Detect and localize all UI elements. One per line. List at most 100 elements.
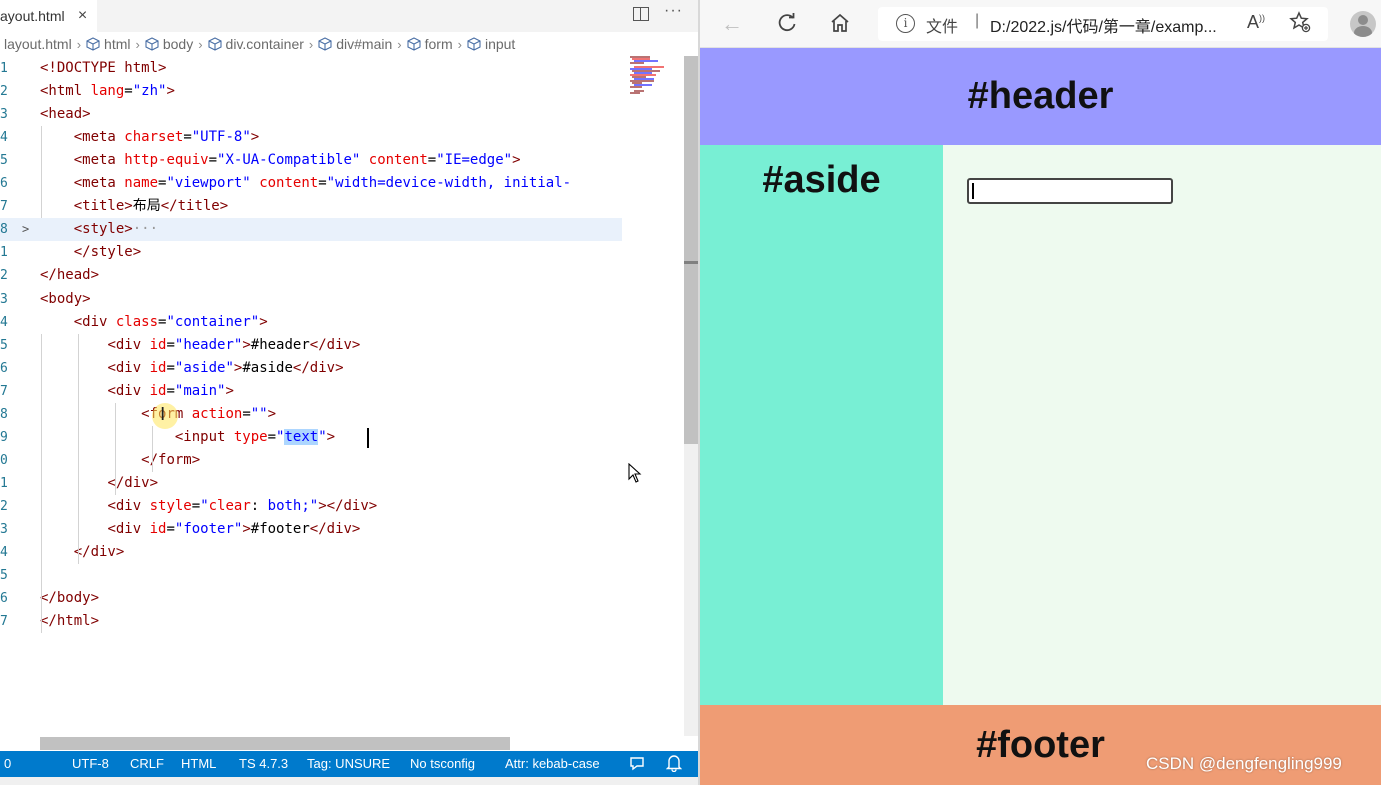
encoding-indicator[interactable]: UTF-8 — [72, 756, 109, 771]
read-aloud-icon[interactable]: A)) — [1247, 12, 1265, 33]
code-token: 布局 — [132, 198, 161, 215]
ts-version[interactable]: TS 4.7.3 — [239, 756, 288, 771]
code-text: </html> — [40, 610, 99, 633]
horizontal-scrollbar[interactable] — [40, 737, 510, 750]
url-text[interactable]: D:/2022.js/代码/第一章/examp... — [990, 13, 1217, 37]
line-number: 2 — [0, 268, 8, 284]
code-text: <!DOCTYPE html> — [40, 57, 166, 80]
breadcrumb-item[interactable]: html — [86, 36, 131, 52]
code-token: > — [512, 152, 521, 169]
tab-label: ayout.html — [0, 8, 65, 24]
code-line[interactable]: 0 </form> — [0, 449, 622, 472]
code-line[interactable]: 1 <!DOCTYPE html> — [0, 57, 622, 80]
code-token: id — [149, 359, 167, 376]
reload-icon[interactable] — [775, 12, 799, 36]
code-token: > — [267, 405, 277, 422]
fold-chevron-icon[interactable]: > — [22, 218, 29, 241]
breadcrumb-item[interactable]: layout.html — [4, 36, 72, 52]
code-token: "footer" — [174, 521, 243, 537]
code-line[interactable]: 3 <div id="footer">#footer</div> — [0, 518, 622, 541]
feedback-icon[interactable] — [628, 754, 646, 775]
profile-avatar[interactable] — [1350, 11, 1376, 37]
code-text: <meta name="viewport" content="width=dev… — [40, 172, 571, 195]
code-token: = — [183, 129, 192, 146]
code-token: id — [149, 382, 167, 399]
code-line[interactable]: 2 </head> — [0, 264, 622, 287]
attr-case[interactable]: Attr: kebab-case — [505, 756, 600, 771]
code-line[interactable]: 7 </html> — [0, 610, 622, 633]
breadcrumb-label: div#main — [336, 36, 393, 52]
code-line[interactable]: 1 </div> — [0, 472, 622, 495]
code-token: <div — [73, 313, 116, 330]
code-line[interactable]: 5 <meta http-equiv="X-UA-Compatible" con… — [0, 149, 622, 172]
info-icon[interactable]: i — [896, 14, 915, 33]
code-token: </div> — [309, 336, 361, 353]
code-line[interactable]: 5 — [0, 564, 622, 587]
code-text: <title>布局</title> — [40, 195, 228, 218]
line-number: 5 — [0, 568, 8, 584]
code-line[interactable]: 2 <div style="clear: both;"></div> — [0, 495, 622, 518]
page-aside: #aside — [700, 145, 943, 705]
code-line[interactable]: 9 <input type="text"> — [0, 426, 622, 449]
code-text: <div id="main"> — [40, 380, 233, 403]
code-line[interactable]: 6 <div id="aside">#aside</div> — [0, 357, 622, 380]
code-line[interactable]: 6 <meta name="viewport" content="width=d… — [0, 172, 622, 195]
code-token: : — [250, 497, 268, 514]
add-favorite-icon[interactable] — [1288, 10, 1312, 40]
code-line[interactable]: 5 <div id="header">#header</div> — [0, 334, 622, 357]
code-area[interactable]: 1 <!DOCTYPE html> 2 <html lang="zh"> 3 <head>… — [0, 56, 622, 736]
breadcrumb-item[interactable]: div.container — [207, 36, 304, 52]
code-line[interactable]: 7 <div id="main"> — [0, 380, 622, 403]
home-icon[interactable] — [828, 12, 852, 36]
language-mode[interactable]: HTML — [181, 756, 216, 771]
text-input[interactable] — [967, 178, 1173, 204]
code-token: #footer — [250, 521, 310, 537]
code-line[interactable]: 6 </body> — [0, 587, 622, 610]
back-arrow-icon[interactable]: ← — [720, 12, 744, 36]
scrollbar-thumb[interactable] — [684, 56, 699, 444]
address-separator: | — [975, 12, 980, 29]
code-text: </body> — [40, 587, 99, 610]
bell-icon[interactable] — [665, 754, 683, 775]
element-icon — [145, 37, 159, 51]
line-number: 7 — [0, 614, 8, 630]
code-token: <meta — [73, 129, 125, 146]
code-line[interactable]: 2 <html lang="zh"> — [0, 80, 622, 103]
breadcrumb-item[interactable]: div#main — [318, 36, 392, 52]
code-line[interactable]: 7 <title>布局</title> — [0, 195, 622, 218]
tsconfig-status[interactable]: No tsconfig — [410, 756, 475, 771]
problems-count[interactable]: 0 — [4, 756, 11, 771]
breadcrumb-item[interactable]: body — [145, 36, 193, 52]
code-token: <!DOCTYPE html> — [40, 60, 167, 76]
more-actions-icon[interactable]: ··· — [664, 2, 683, 20]
code-line[interactable]: 8 <form action=""> — [0, 403, 622, 426]
minimap[interactable] — [628, 56, 684, 106]
code-line[interactable]: 3 <body> — [0, 288, 622, 311]
code-token: both;" — [267, 497, 319, 514]
code-line[interactable]: 3 <head> — [0, 103, 622, 126]
breadcrumb-item[interactable]: input — [467, 36, 515, 52]
code-token: </body> — [40, 590, 100, 607]
code-token: "header" — [174, 336, 243, 353]
indent-guide — [78, 333, 79, 565]
code-line[interactable]: 4 <div class="container"> — [0, 311, 622, 334]
close-icon[interactable]: × — [75, 7, 91, 25]
tag-case[interactable]: Tag: UNSURE — [307, 756, 390, 771]
code-line[interactable]: 8 > <style>··· — [0, 218, 622, 242]
tab-layout-html[interactable]: ayout.html × — [0, 0, 97, 32]
code-token: lang — [90, 83, 125, 100]
chevron-right-icon: › — [198, 36, 203, 52]
code-token: = — [208, 152, 218, 169]
code-line[interactable]: 1 </style> — [0, 241, 622, 264]
breadcrumb-item[interactable]: form — [407, 36, 453, 52]
split-editor-icon[interactable] — [632, 6, 650, 22]
code-token: <title> — [73, 198, 133, 215]
indent-guide — [115, 402, 116, 495]
breadcrumb-label: input — [484, 36, 516, 52]
eol-indicator[interactable]: CRLF — [130, 756, 164, 771]
code-line[interactable]: 4 <meta charset="UTF-8"> — [0, 126, 622, 149]
vertical-scrollbar[interactable] — [684, 56, 699, 736]
code-line[interactable]: 4 </div> — [0, 541, 622, 564]
code-token: <style> — [73, 221, 133, 238]
